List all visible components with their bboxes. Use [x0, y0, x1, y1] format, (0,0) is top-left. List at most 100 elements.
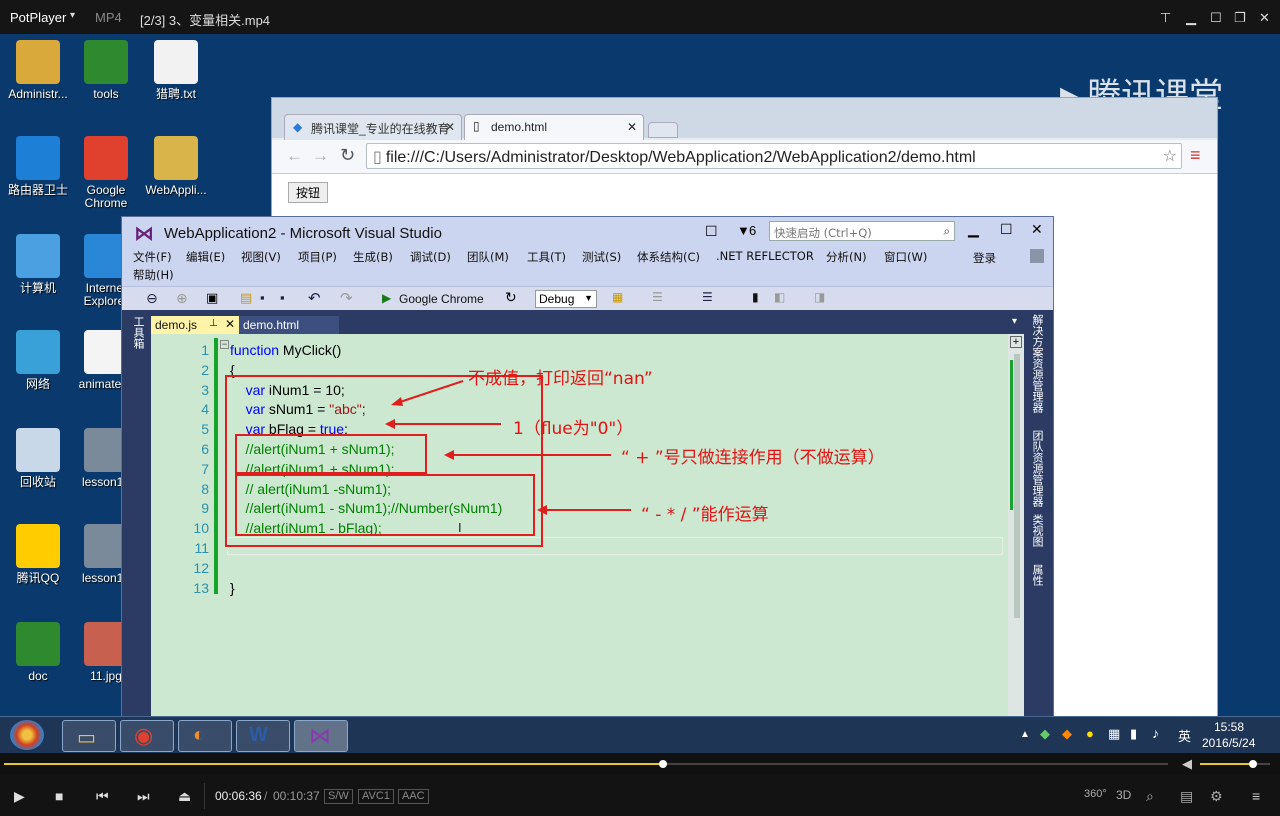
- redo-icon[interactable]: ↷: [340, 289, 353, 307]
- sw-tag[interactable]: S/W: [324, 789, 353, 804]
- volume-handle[interactable]: [1248, 760, 1257, 768]
- indent-icon[interactable]: ☰: [652, 290, 663, 304]
- desktop-icon[interactable]: 计算机: [0, 234, 76, 295]
- desktop-icon[interactable]: tools: [68, 40, 144, 101]
- start-button[interactable]: [10, 720, 44, 750]
- prev-bookmark-icon[interactable]: ◧: [774, 290, 785, 304]
- menu-item[interactable]: 分析(N): [826, 249, 867, 265]
- back-icon[interactable]: ⊖: [146, 290, 158, 307]
- ime-indicator[interactable]: 英: [1178, 726, 1191, 745]
- login-button[interactable]: 登录: [973, 250, 996, 266]
- close-icon[interactable]: ✕: [627, 120, 637, 134]
- save-icon[interactable]: ▪: [260, 290, 265, 305]
- browser-tab[interactable]: ◆ 腾讯课堂_专业的在线教育 ✕: [284, 114, 462, 140]
- bookmark-icon[interactable]: ▮: [752, 290, 759, 304]
- new-tab-button[interactable]: [648, 122, 678, 138]
- close-icon[interactable]: ✕: [445, 120, 455, 134]
- tab-demo-html[interactable]: demo.html: [239, 316, 339, 334]
- desktop-icon[interactable]: 网络: [0, 330, 76, 391]
- new-project-icon[interactable]: ▣: [206, 290, 218, 306]
- desktop-icon[interactable]: 腾讯QQ: [0, 524, 76, 585]
- desktop-icon[interactable]: WebAppli...: [138, 136, 214, 197]
- open-icon[interactable]: ▤: [240, 290, 252, 306]
- clock-time[interactable]: 15:58: [1214, 720, 1244, 734]
- right-panel-tab[interactable]: 解决方案资源管理器: [1029, 314, 1045, 413]
- menu-item[interactable]: 编辑(E): [186, 249, 225, 265]
- tray-app-icon[interactable]: ●: [1086, 726, 1094, 741]
- right-panel-tab[interactable]: 属性: [1029, 564, 1045, 586]
- menu-item[interactable]: 测试(S): [582, 249, 621, 265]
- tab-demo-js[interactable]: demo.js ⊥ ✕: [151, 316, 239, 334]
- reload-icon[interactable]: ↻: [340, 145, 355, 166]
- menu-item[interactable]: 帮助(H): [133, 267, 174, 283]
- vr-360-button[interactable]: 360°: [1084, 788, 1107, 800]
- configuration-select[interactable]: Debug ▼: [535, 290, 597, 308]
- desktop-icon[interactable]: doc: [0, 622, 76, 683]
- volume-icon[interactable]: ♪: [1152, 725, 1159, 741]
- next-icon[interactable]: ⏭: [137, 788, 150, 805]
- split-icon[interactable]: +: [1010, 336, 1022, 348]
- refresh-icon[interactable]: ↻: [505, 289, 517, 306]
- menu-item[interactable]: 项目(P): [298, 249, 337, 265]
- right-panel-tab[interactable]: 团队资源管理器: [1029, 430, 1045, 507]
- 3d-button[interactable]: 3D: [1116, 788, 1131, 802]
- run-icon[interactable]: ▶: [382, 291, 391, 305]
- avatar[interactable]: [1030, 249, 1044, 263]
- stop-icon[interactable]: ■: [55, 788, 63, 804]
- chevron-down-icon[interactable]: ▾: [1012, 316, 1017, 327]
- previous-icon[interactable]: ⏮: [96, 788, 109, 805]
- chrome-taskbar-button[interactable]: ◉: [120, 720, 174, 752]
- page-button[interactable]: 按钮: [288, 182, 328, 203]
- desktop-icon[interactable]: 猎聘.txt: [138, 40, 214, 101]
- word-taskbar-button[interactable]: W: [236, 720, 290, 752]
- menu-item[interactable]: .NET REFLECTOR: [716, 249, 814, 263]
- tray-app-icon[interactable]: ▦: [1108, 726, 1120, 742]
- menu-item[interactable]: 生成(B): [353, 249, 393, 265]
- address-bar[interactable]: ▯ file:///C:/Users/Administrator/Desktop/…: [366, 143, 1182, 169]
- restore-icon[interactable]: ❐: [1234, 10, 1246, 26]
- desktop-icon[interactable]: 回收站: [0, 428, 76, 489]
- menu-item[interactable]: 调试(D): [410, 249, 451, 265]
- menu-item[interactable]: 体系结构(C): [637, 249, 700, 265]
- tray-app-icon[interactable]: ◆: [1062, 726, 1072, 742]
- subtitle-search-icon[interactable]: ⌕: [1146, 788, 1154, 805]
- browser-target-select[interactable]: Google Chrome: [399, 292, 484, 306]
- audio-codec-tag[interactable]: AAC: [398, 789, 429, 804]
- menu-icon[interactable]: ≡: [1190, 145, 1201, 166]
- player-menu-button[interactable]: PotPlayer: [10, 10, 66, 25]
- menu-item[interactable]: 文件(F): [133, 249, 172, 265]
- clear-bookmark-icon[interactable]: ◨: [814, 290, 825, 304]
- close-icon[interactable]: ✕: [225, 317, 235, 331]
- comment-icon[interactable]: ☰: [702, 290, 713, 304]
- settings-gear-icon[interactable]: ⚙: [1210, 788, 1223, 805]
- back-icon[interactable]: ←: [286, 146, 303, 166]
- playlist-icon[interactable]: ▤: [1180, 788, 1193, 805]
- code-editor[interactable]: − 1 function MyClick() 2{3 var iNum1 = 10;…: [151, 334, 1024, 716]
- browser-tab-active[interactable]: ▯ demo.html ✕: [464, 114, 644, 140]
- forward-icon[interactable]: ⊕: [176, 290, 188, 307]
- menu-item[interactable]: 窗口(W): [884, 249, 927, 265]
- desktop-icon[interactable]: Google Chrome: [68, 136, 144, 210]
- find-icon[interactable]: ▦: [612, 290, 623, 304]
- minimize-icon[interactable]: ▁: [1186, 10, 1196, 26]
- clock-date[interactable]: 2016/5/24: [1202, 736, 1255, 750]
- maximize-icon[interactable]: ☐: [1210, 10, 1222, 26]
- pin-icon[interactable]: ⊥: [209, 318, 218, 329]
- chevron-down-icon[interactable]: ▾: [70, 10, 75, 21]
- video-codec-tag[interactable]: AVC1: [358, 789, 394, 804]
- network-icon[interactable]: ▮: [1130, 726, 1137, 742]
- scroll-thumb[interactable]: [1014, 354, 1020, 618]
- vs-taskbar-button[interactable]: ⋈: [294, 720, 348, 752]
- seek-track[interactable]: [4, 760, 1168, 768]
- save-all-icon[interactable]: ▪: [280, 290, 285, 305]
- close-icon[interactable]: ✕: [1259, 10, 1270, 26]
- forward-icon[interactable]: →: [312, 146, 329, 166]
- seek-handle[interactable]: [658, 760, 667, 768]
- menu-item[interactable]: 团队(M): [467, 249, 509, 265]
- pin-icon[interactable]: ⊤: [1160, 10, 1171, 26]
- menu-icon[interactable]: ≡: [1252, 788, 1260, 804]
- undo-icon[interactable]: ↶: [308, 289, 321, 307]
- right-panel-tab[interactable]: 类视图: [1029, 514, 1045, 547]
- menu-item[interactable]: 工具(T): [527, 249, 566, 265]
- play-icon[interactable]: ▶: [14, 788, 25, 805]
